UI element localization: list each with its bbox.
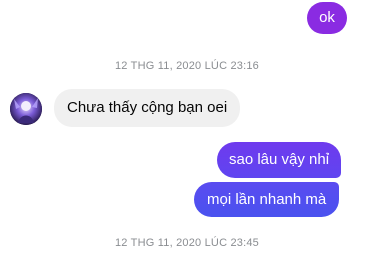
chat-thread: ok 12 THG 11, 2020 LÚC 23:16 Chưa thấy c…: [0, 0, 374, 257]
message-outgoing[interactable]: mọi lần nhanh mà: [194, 182, 340, 217]
message-text: Chưa thấy cộng bạn oei: [67, 99, 228, 116]
message-text: mọi lần nhanh mà: [207, 191, 327, 208]
message-text: ok: [319, 9, 335, 26]
message-incoming[interactable]: Chưa thấy cộng bạn oei: [54, 89, 241, 127]
avatar-image: [10, 93, 42, 125]
timestamp: 12 THG 11, 2020 LÚC 23:45: [114, 237, 259, 249]
message-text: sao lâu vậy nhỉ: [229, 151, 330, 168]
message-outgoing-ok[interactable]: ok: [307, 2, 347, 34]
message-outgoing[interactable]: sao lâu vậy nhỉ: [217, 142, 342, 178]
timestamp: 12 THG 11, 2020 LÚC 23:16: [114, 60, 259, 72]
contact-avatar[interactable]: [10, 93, 42, 125]
